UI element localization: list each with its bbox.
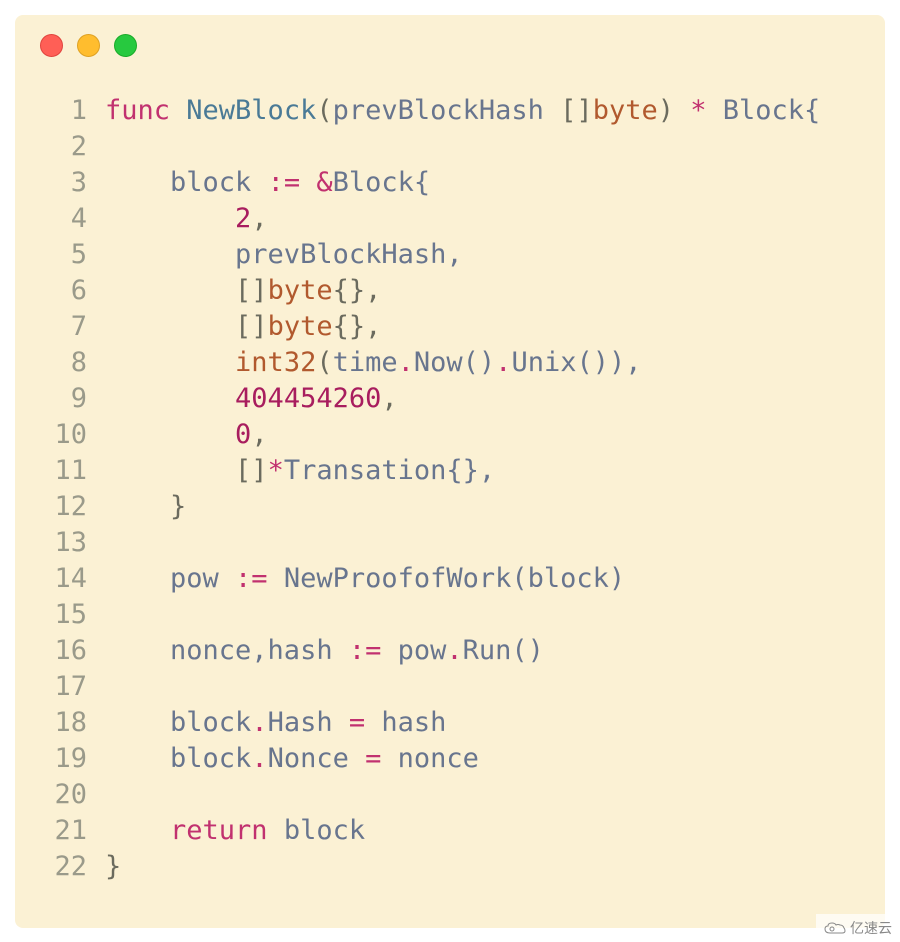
line-content: } xyxy=(105,489,186,525)
watermark-text: 亿速云 xyxy=(850,918,892,938)
code-line: 2 xyxy=(43,129,865,165)
line-number: 7 xyxy=(43,309,87,345)
cloud-icon xyxy=(824,921,846,935)
line-number: 16 xyxy=(43,633,87,669)
line-content: []*Transation{}, xyxy=(105,453,495,489)
code-line: 4 2, xyxy=(43,201,865,237)
line-number: 17 xyxy=(43,669,87,705)
code-line: 18 block.Hash = hash xyxy=(43,705,865,741)
line-content: func NewBlock(prevBlockHash []byte) * Bl… xyxy=(105,93,820,129)
code-line: 21 return block xyxy=(43,813,865,849)
code-line: 14 pow := NewProofofWork(block) xyxy=(43,561,865,597)
code-window: 1 func NewBlock(prevBlockHash []byte) * B… xyxy=(15,15,885,928)
line-content: } xyxy=(105,849,121,885)
code-line: 20 xyxy=(43,777,865,813)
code-line: 8 int32(time.Now().Unix()), xyxy=(43,345,865,381)
line-number: 14 xyxy=(43,561,87,597)
line-content: return block xyxy=(105,813,365,849)
line-number: 20 xyxy=(43,777,87,813)
line-number: 10 xyxy=(43,417,87,453)
line-number: 11 xyxy=(43,453,87,489)
line-content: block := &Block{ xyxy=(105,165,430,201)
code-line: 13 xyxy=(43,525,865,561)
code-line: 11 []*Transation{}, xyxy=(43,453,865,489)
line-content: 404454260, xyxy=(105,381,398,417)
code-line: 7 []byte{}, xyxy=(43,309,865,345)
code-line: 6 []byte{}, xyxy=(43,273,865,309)
line-number: 15 xyxy=(43,597,87,633)
line-content: block.Hash = hash xyxy=(105,705,446,741)
line-content: []byte{}, xyxy=(105,309,381,345)
line-number: 13 xyxy=(43,525,87,561)
line-content: prevBlockHash, xyxy=(105,237,463,273)
line-content: block.Nonce = nonce xyxy=(105,741,479,777)
line-number: 4 xyxy=(43,201,87,237)
code-line: 5 prevBlockHash, xyxy=(43,237,865,273)
code-line: 9 404454260, xyxy=(43,381,865,417)
code-area: 1 func NewBlock(prevBlockHash []byte) * B… xyxy=(15,75,885,905)
line-content: 2, xyxy=(105,201,268,237)
line-number: 19 xyxy=(43,741,87,777)
line-number: 5 xyxy=(43,237,87,273)
window-titlebar xyxy=(15,15,885,75)
code-line: 17 xyxy=(43,669,865,705)
code-line: 15 xyxy=(43,597,865,633)
line-content: nonce,hash := pow.Run() xyxy=(105,633,544,669)
line-number: 6 xyxy=(43,273,87,309)
code-line: 19 block.Nonce = nonce xyxy=(43,741,865,777)
code-line: 16 nonce,hash := pow.Run() xyxy=(43,633,865,669)
line-content: 0, xyxy=(105,417,268,453)
line-number: 9 xyxy=(43,381,87,417)
line-number: 18 xyxy=(43,705,87,741)
line-number: 1 xyxy=(43,93,87,129)
code-line: 12 } xyxy=(43,489,865,525)
code-line: 10 0, xyxy=(43,417,865,453)
line-number: 2 xyxy=(43,129,87,165)
close-window-button[interactable] xyxy=(40,34,63,57)
code-line: 1 func NewBlock(prevBlockHash []byte) * B… xyxy=(43,93,865,129)
line-number: 21 xyxy=(43,813,87,849)
code-line: 3 block := &Block{ xyxy=(43,165,865,201)
line-content: []byte{}, xyxy=(105,273,381,309)
line-number: 12 xyxy=(43,489,87,525)
code-line: 22} xyxy=(43,849,865,885)
minimize-window-button[interactable] xyxy=(77,34,100,57)
line-content: int32(time.Now().Unix()), xyxy=(105,345,641,381)
line-content: pow := NewProofofWork(block) xyxy=(105,561,625,597)
watermark: 亿速云 xyxy=(816,914,900,942)
line-number: 8 xyxy=(43,345,87,381)
maximize-window-button[interactable] xyxy=(114,34,137,57)
line-number: 3 xyxy=(43,165,87,201)
line-number: 22 xyxy=(43,849,87,885)
